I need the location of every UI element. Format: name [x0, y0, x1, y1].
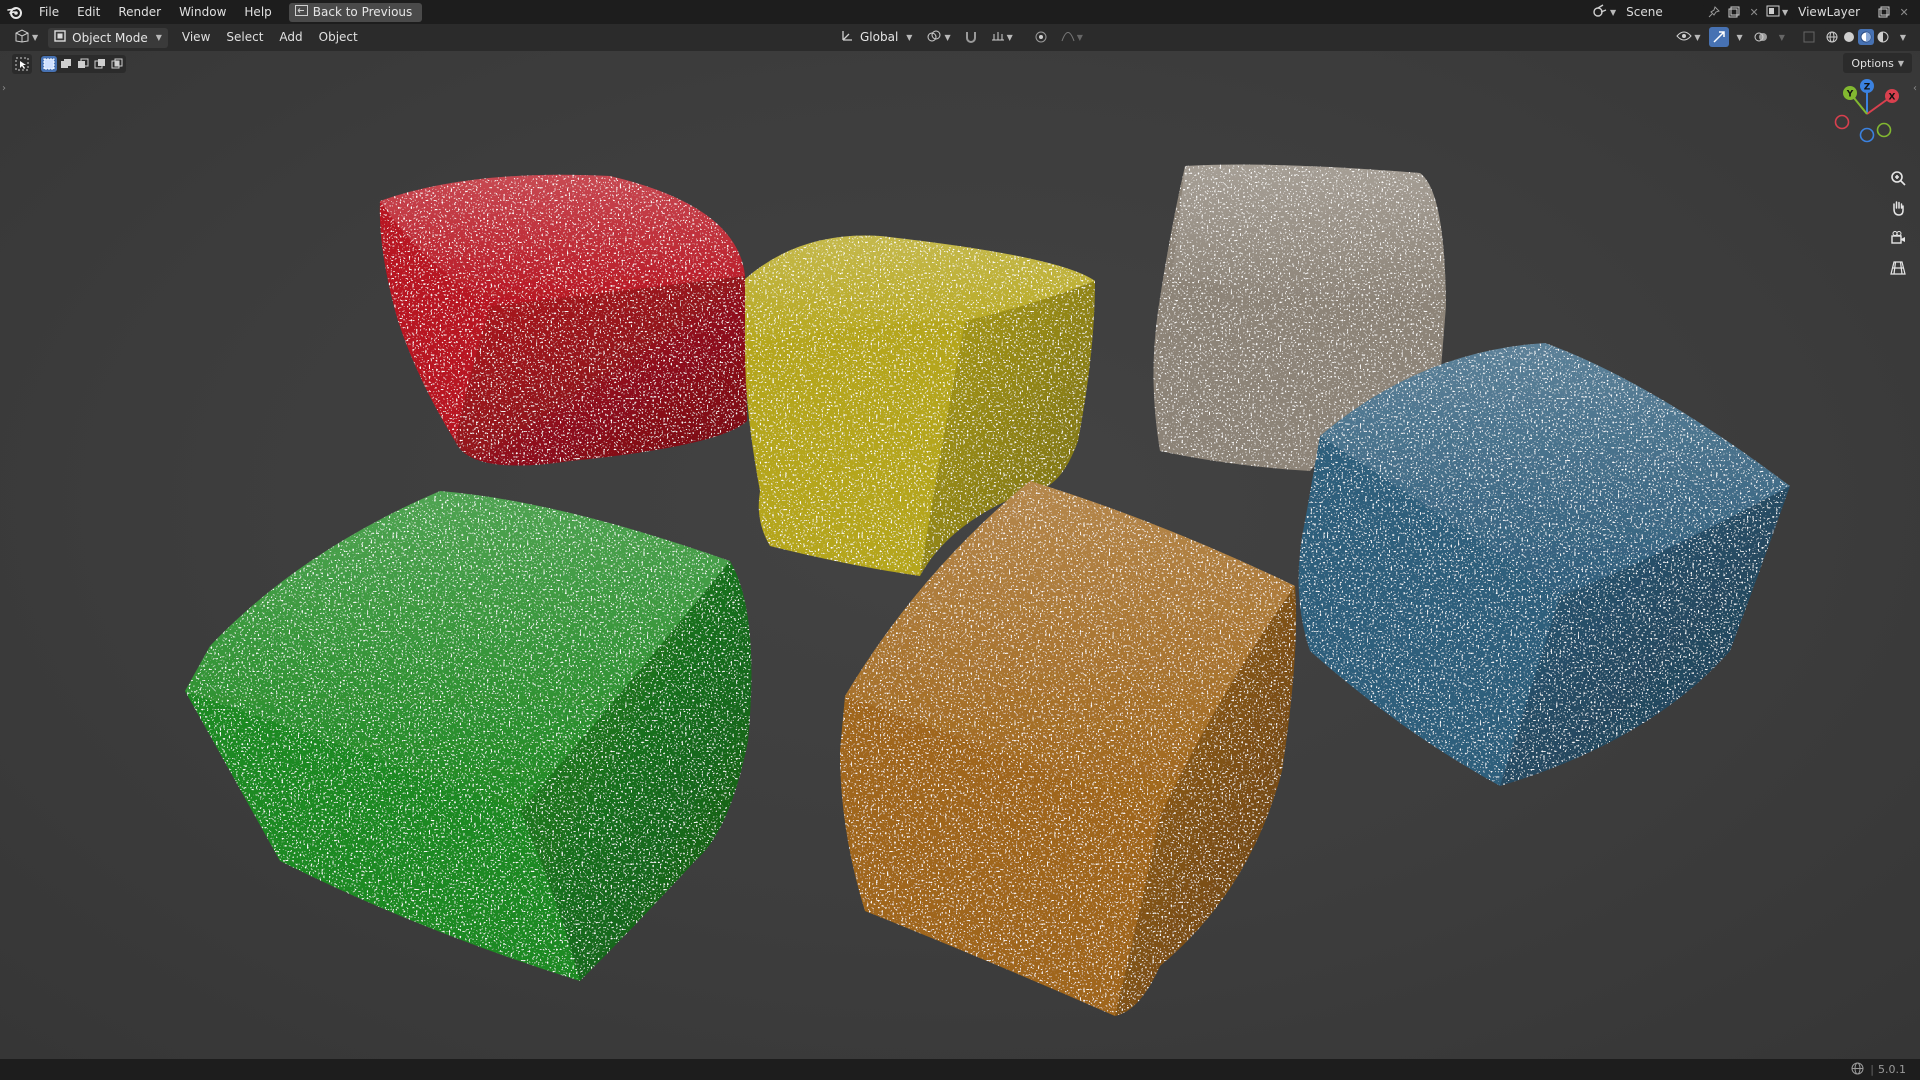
rendered-shading-icon[interactable]	[1875, 29, 1891, 45]
proportional-editing-icon[interactable]	[1031, 27, 1051, 47]
shading-mode-group	[1822, 28, 1892, 46]
xray-icon[interactable]	[1799, 27, 1819, 47]
chevron-down-icon: ▼	[1610, 7, 1617, 17]
mode-dropdown[interactable]: Object Mode ▼	[48, 27, 168, 48]
falloff-dropdown[interactable]: ▼	[1057, 27, 1087, 47]
green-cube[interactable]	[185, 491, 752, 981]
menu-render[interactable]: Render	[109, 0, 170, 24]
gizmo-toggle-icon[interactable]	[1708, 27, 1729, 47]
transform-orientation-label: Global	[860, 30, 899, 44]
menu-edit[interactable]: Edit	[68, 0, 109, 24]
object-mode-icon	[54, 30, 66, 45]
close-view-layer-icon[interactable]: ✕	[1894, 2, 1914, 22]
header-menu-view[interactable]: View	[174, 24, 218, 51]
pivot-point-dropdown[interactable]: ▼	[922, 27, 954, 47]
blender-logo-icon[interactable]	[0, 0, 30, 24]
pin-icon[interactable]	[1704, 2, 1724, 22]
viewport-header: ▼ Object Mode ▼ View Select Add Object G…	[0, 24, 1920, 51]
chevron-down-icon: ▼	[1899, 32, 1906, 42]
menu-file[interactable]: File	[30, 0, 68, 24]
chevron-down-icon: ▼	[1076, 32, 1083, 42]
transform-orientation-dropdown[interactable]: Global ▼	[836, 27, 916, 47]
language-globe-icon[interactable]	[1851, 1062, 1864, 1078]
blender-version: 5.0.1	[1878, 1063, 1906, 1076]
overlays-dropdown[interactable]: ▼	[1775, 27, 1789, 47]
chevron-down-icon: ▼	[32, 33, 39, 42]
status-bar: | 5.0.1	[0, 1059, 1920, 1080]
chevron-down-icon: ▼	[1694, 32, 1701, 42]
snap-target-dropdown[interactable]: ▼	[987, 27, 1017, 47]
orientation-axes-icon	[840, 29, 854, 46]
scene-selector: ▼ Scene ✕	[1588, 2, 1764, 22]
chevron-down-icon: ▼	[906, 32, 913, 42]
visibility-dropdown[interactable]: ▼	[1672, 27, 1704, 47]
scene-name-field[interactable]: Scene	[1620, 3, 1705, 21]
wireframe-shading-icon[interactable]	[1824, 29, 1840, 45]
status-separator: |	[1870, 1063, 1874, 1076]
snap-icon[interactable]	[961, 27, 981, 47]
view-layer-icon	[1766, 5, 1780, 20]
header-menu-add[interactable]: Add	[271, 24, 310, 51]
chevron-down-icon: ▼	[944, 32, 951, 42]
eye-icon	[1676, 30, 1693, 45]
shading-dropdown[interactable]: ▼	[1896, 27, 1910, 47]
view-layer-browse-dropdown[interactable]: ▼	[1762, 2, 1792, 22]
back-to-previous-label: Back to Previous	[312, 5, 413, 19]
header-menu-select[interactable]: Select	[218, 24, 271, 51]
menu-window[interactable]: Window	[170, 0, 235, 24]
pivot-icon	[926, 29, 942, 46]
gizmo-dropdown[interactable]: ▼	[1733, 27, 1747, 47]
blue-cube[interactable]	[1298, 343, 1790, 786]
3d-viewport-icon	[14, 29, 30, 46]
scene-render	[185, 164, 1790, 1016]
chevron-down-icon: ▼	[1778, 32, 1785, 42]
falloff-curve-icon	[1061, 30, 1075, 45]
new-view-layer-icon[interactable]	[1874, 2, 1894, 22]
view-layer-name-field[interactable]: ViewLayer	[1792, 3, 1875, 21]
overlays-icon[interactable]	[1751, 27, 1771, 47]
solid-shading-icon[interactable]	[1841, 29, 1857, 45]
chevron-down-icon: ▼	[155, 33, 162, 42]
snap-increment-icon	[991, 30, 1005, 45]
mode-label: Object Mode	[72, 30, 148, 45]
chevron-down-icon: ▼	[1006, 32, 1013, 42]
menu-help[interactable]: Help	[235, 0, 280, 24]
new-scene-icon[interactable]	[1724, 2, 1744, 22]
view-layer-selector: ▼ ViewLayer ✕	[1762, 2, 1914, 22]
material-preview-shading-icon[interactable]	[1857, 29, 1874, 45]
chevron-down-icon: ▼	[1782, 7, 1789, 17]
chevron-down-icon: ▼	[1736, 32, 1743, 42]
header-center-tools: Global ▼ ▼ ▼ ▼	[836, 27, 1087, 47]
header-right-tools: ▼ ▼ ▼ ▼	[1672, 27, 1910, 47]
top-bar: File Edit Render Window Help Back to Pre…	[0, 0, 1920, 24]
back-to-previous-button[interactable]: Back to Previous	[288, 2, 423, 22]
scene-browse-dropdown[interactable]: ▼	[1588, 2, 1620, 22]
red-cube[interactable]	[379, 174, 747, 466]
header-menu-object[interactable]: Object	[311, 24, 366, 51]
3d-viewport[interactable]: Options ▼ › ‹ Z X Y	[0, 51, 1920, 1059]
scene-icon	[1592, 3, 1608, 21]
screen-back-icon	[294, 5, 308, 19]
editor-type-dropdown[interactable]: ▼	[10, 28, 42, 48]
